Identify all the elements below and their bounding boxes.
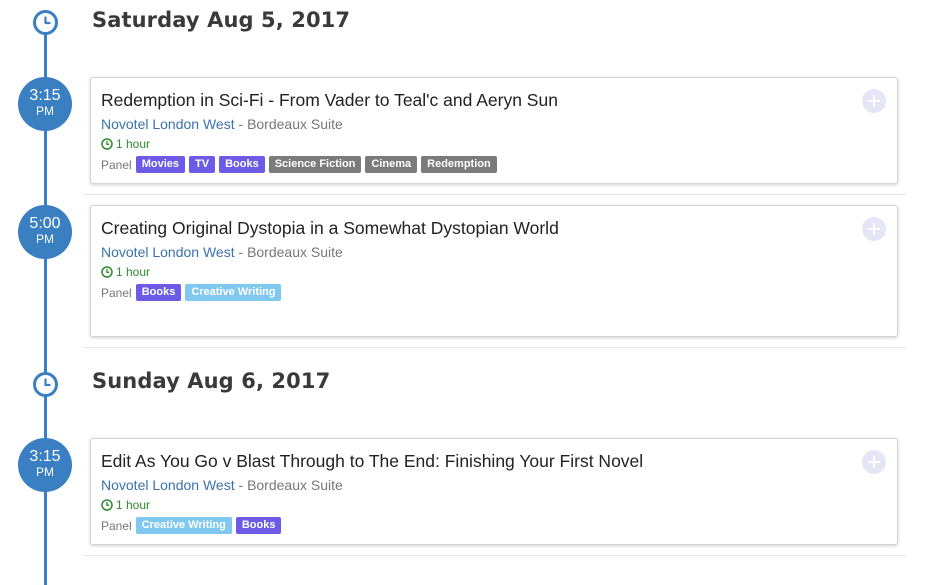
location-separator: - [234, 116, 248, 132]
event-type: Panel [101, 518, 132, 533]
add-to-schedule-button[interactable] [862, 89, 886, 113]
tag-books[interactable]: Books [235, 517, 282, 534]
event-location: Novotel London West - Bordeaux Suite [101, 477, 343, 493]
venue-link[interactable]: Novotel London West [101, 116, 235, 132]
clock-icon [33, 10, 58, 35]
tag-redemption[interactable]: Redemption [421, 156, 497, 173]
tag-books[interactable]: Books [219, 156, 265, 173]
event-title[interactable]: Edit As You Go v Blast Through to The En… [101, 451, 643, 472]
add-to-schedule-button[interactable] [862, 217, 886, 241]
tag-science-fiction[interactable]: Science Fiction [268, 156, 362, 173]
event-tags: Panel Books Creative Writing [101, 284, 285, 301]
room-name: Bordeaux Suite [247, 244, 343, 260]
duration-text: 1 hour [116, 498, 151, 512]
duration-text: 1 hour [116, 265, 151, 279]
tag-cinema[interactable]: Cinema [365, 156, 418, 173]
event-card[interactable]: Creating Original Dystopia in a Somewhat… [90, 205, 898, 337]
event-title[interactable]: Redemption in Sci-Fi - From Vader to Tea… [101, 90, 558, 111]
divider [84, 555, 906, 556]
duration-clock-icon [101, 138, 113, 150]
tag-creative-writing[interactable]: Creative Writing [135, 517, 232, 534]
location-separator: - [234, 244, 248, 260]
event-duration: 1 hour [101, 137, 150, 151]
tag-movies[interactable]: Movies [135, 156, 185, 173]
event-duration: 1 hour [101, 498, 150, 512]
room-name: Bordeaux Suite [247, 116, 343, 132]
event-duration: 1 hour [101, 265, 150, 279]
divider [84, 347, 906, 348]
event-card[interactable]: Redemption in Sci-Fi - From Vader to Tea… [90, 77, 898, 184]
duration-clock-icon [101, 266, 113, 278]
event-time: 3:15 [29, 448, 61, 465]
tag-tv[interactable]: TV [189, 156, 216, 173]
event-title[interactable]: Creating Original Dystopia in a Somewhat… [101, 218, 559, 239]
event-ampm: PM [36, 465, 54, 479]
room-name: Bordeaux Suite [247, 477, 343, 493]
divider [84, 194, 906, 195]
event-tags: Panel Movies TV Books Science Fiction Ci… [101, 156, 501, 173]
add-to-schedule-button[interactable] [862, 450, 886, 474]
event-card[interactable]: Edit As You Go v Blast Through to The En… [90, 438, 898, 545]
day-heading: Sunday Aug 6, 2017 [92, 369, 331, 393]
venue-link[interactable]: Novotel London West [101, 477, 235, 493]
time-bubble: 3:15 PM [18, 77, 72, 131]
location-separator: - [234, 477, 248, 493]
event-time: 3:15 [29, 87, 61, 104]
event-type: Panel [101, 285, 132, 300]
schedule-page: Saturday Aug 5, 2017 3:15 PM Redemption … [0, 0, 944, 585]
event-time: 5:00 [29, 215, 61, 232]
event-location: Novotel London West - Bordeaux Suite [101, 244, 343, 260]
event-ampm: PM [36, 232, 54, 246]
tag-books[interactable]: Books [135, 284, 182, 301]
venue-link[interactable]: Novotel London West [101, 244, 235, 260]
tag-creative-writing[interactable]: Creative Writing [185, 284, 282, 301]
time-bubble: 5:00 PM [18, 205, 72, 259]
clock-icon [33, 372, 58, 397]
duration-text: 1 hour [116, 137, 151, 151]
duration-clock-icon [101, 499, 113, 511]
time-bubble: 3:15 PM [18, 438, 72, 492]
day-heading: Saturday Aug 5, 2017 [92, 8, 351, 32]
event-type: Panel [101, 157, 132, 172]
event-tags: Panel Creative Writing Books [101, 517, 285, 534]
event-ampm: PM [36, 104, 54, 118]
event-location: Novotel London West - Bordeaux Suite [101, 116, 343, 132]
